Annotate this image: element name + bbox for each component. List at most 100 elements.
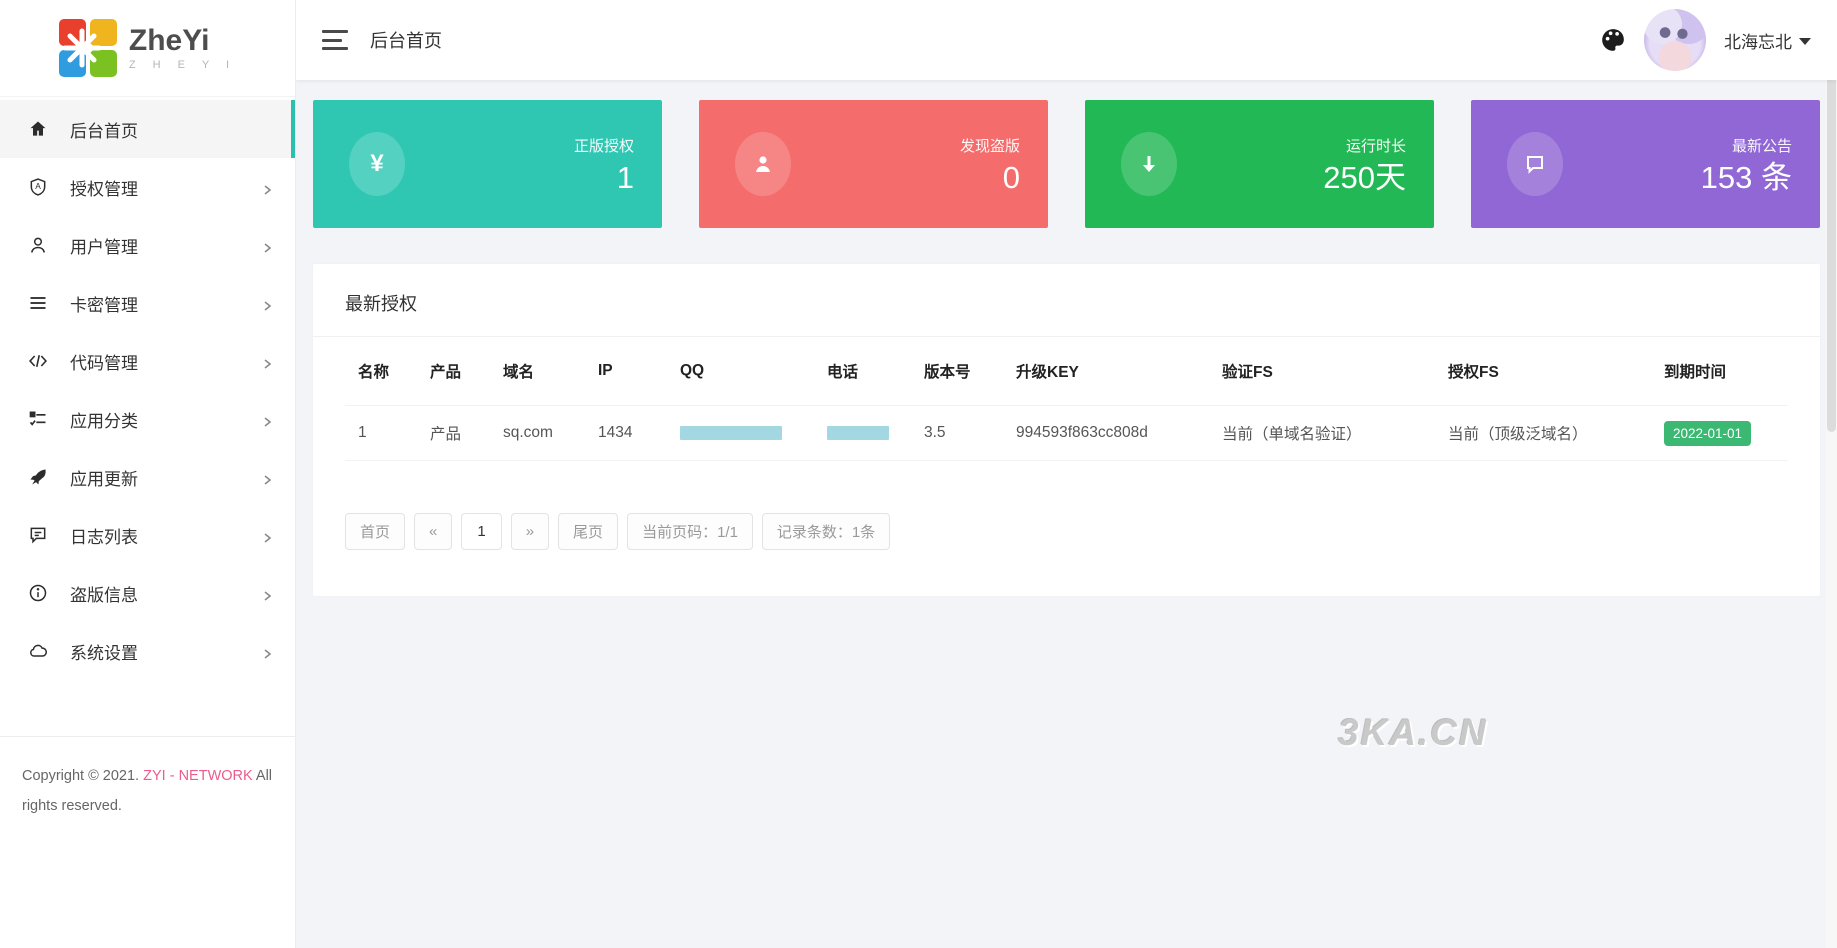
user-avatar[interactable] [1644, 9, 1706, 71]
stat-label: 运行时长 [1323, 135, 1406, 156]
page-title: 后台首页 [370, 27, 442, 53]
top-header: 后台首页 北海忘北 [296, 0, 1837, 80]
pagination-next-button[interactable]: » [511, 513, 549, 550]
cell-version: 3.5 [924, 424, 1016, 442]
brand-text: ZheYi Z H E Y I [129, 26, 236, 71]
sidebar-item-system-settings[interactable]: 系统设置 [0, 622, 295, 680]
comment-icon [1507, 132, 1563, 196]
pagination-first-button[interactable]: 首页 [345, 513, 405, 550]
chevron-right-icon [261, 645, 273, 657]
cloud-icon [27, 640, 49, 662]
chevron-right-icon [261, 181, 273, 193]
stat-cards: ¥ 正版授权 1 发现盗版 0 运行时长 250天 [313, 100, 1820, 228]
col-header-upgrade-key: 升级KEY [1016, 360, 1222, 382]
sidebar-item-license-mgmt[interactable]: A 授权管理 [0, 158, 295, 216]
sidebar-item-user-mgmt[interactable]: 用户管理 [0, 216, 295, 274]
pagination-prev-button[interactable]: « [414, 513, 452, 550]
code-icon [27, 350, 49, 372]
expire-date-badge: 2022-01-01 [1664, 421, 1751, 446]
copyright-link[interactable]: ZYI - NETWORK [143, 768, 253, 784]
sidebar-item-piracy-info[interactable]: 盗版信息 [0, 564, 295, 622]
yen-icon: ¥ [349, 132, 405, 196]
sidebar-item-label: 用户管理 [70, 233, 261, 258]
phone-redaction-bar [827, 426, 889, 440]
hamburger-menu-icon[interactable] [322, 30, 348, 50]
sidebar-menu: 后台首页 A 授权管理 用户管理 卡密管理 [0, 97, 295, 680]
brand-subtitle: Z H E Y I [129, 59, 236, 71]
pagination-current-page-info: 当前页码：1/1 [627, 513, 753, 550]
cell-domain: sq.com [503, 424, 598, 442]
list-icon [27, 292, 49, 314]
sidebar-item-label: 应用分类 [70, 407, 261, 432]
sidebar-item-dashboard[interactable]: 后台首页 [0, 100, 295, 158]
col-header-ip: IP [598, 362, 680, 380]
cell-verify-fs: 当前（单域名验证） [1222, 422, 1448, 444]
stat-card-uptime[interactable]: 运行时长 250天 [1085, 100, 1434, 228]
sidebar-item-app-update[interactable]: 应用更新 [0, 448, 295, 506]
stat-label: 正版授权 [574, 135, 634, 156]
col-header-verify-fs: 验证FS [1222, 360, 1448, 382]
sidebar-item-label: 授权管理 [70, 175, 261, 200]
sidebar-item-log-list[interactable]: 日志列表 [0, 506, 295, 564]
table-header-row: 名称 产品 域名 IP QQ 电话 版本号 升级KEY 验证FS 授权FS 到期… [345, 337, 1788, 405]
pagination-page-1-button[interactable]: 1 [461, 513, 501, 550]
user-icon [735, 132, 791, 196]
cell-name: 1 [358, 424, 430, 442]
auth-table: 名称 产品 域名 IP QQ 电话 版本号 升级KEY 验证FS 授权FS 到期… [313, 337, 1820, 461]
star-icon [62, 28, 102, 68]
col-header-name: 名称 [358, 360, 430, 382]
stat-value: 250天 [1323, 162, 1406, 194]
cell-qq [680, 426, 827, 440]
sidebar-item-label: 应用更新 [70, 465, 261, 490]
sidebar-item-label: 卡密管理 [70, 291, 261, 316]
col-header-version: 版本号 [924, 360, 1016, 382]
sidebar-item-code-mgmt[interactable]: 代码管理 [0, 332, 295, 390]
cell-ip: 1434 [598, 424, 680, 442]
home-icon [27, 118, 49, 140]
chevron-right-icon [261, 529, 273, 541]
col-header-qq: QQ [680, 362, 827, 380]
chevron-right-icon [261, 471, 273, 483]
table-row[interactable]: 1 产品 sq.com 1434 3.5 994593f863cc808d 当前… [345, 405, 1788, 461]
cell-upgrade-key: 994593f863cc808d [1016, 424, 1222, 442]
stat-label: 发现盗版 [960, 135, 1020, 156]
stat-card-licensed[interactable]: ¥ 正版授权 1 [313, 100, 662, 228]
tasks-icon [27, 408, 49, 430]
user-name: 北海忘北 [1724, 28, 1792, 53]
panel-title: 最新授权 [313, 264, 1820, 336]
sidebar: ZheYi Z H E Y I 后台首页 A 授权管理 [0, 0, 296, 948]
comment-icon [27, 524, 49, 546]
chevron-right-icon [261, 413, 273, 425]
latest-auth-panel: 最新授权 名称 产品 域名 IP QQ 电话 版本号 升级KEY 验证FS 授权… [313, 264, 1820, 596]
sidebar-item-app-category[interactable]: 应用分类 [0, 390, 295, 448]
stat-card-piracy-found[interactable]: 发现盗版 0 [699, 100, 1048, 228]
sidebar-item-label: 后台首页 [70, 117, 273, 142]
col-header-auth-fs: 授权FS [1448, 360, 1664, 382]
stat-value: 1 [574, 162, 634, 194]
brand-logo[interactable]: ZheYi Z H E Y I [0, 0, 295, 97]
cell-product: 产品 [430, 422, 503, 444]
col-header-product: 产品 [430, 360, 503, 382]
chevron-right-icon [261, 355, 273, 367]
cell-expire: 2022-01-01 [1664, 421, 1788, 446]
sidebar-item-card-key-mgmt[interactable]: 卡密管理 [0, 274, 295, 332]
header-actions: 北海忘北 [1600, 9, 1811, 71]
pagination-record-count-info: 记录条数：1条 [762, 513, 890, 550]
user-icon [27, 234, 49, 256]
user-menu[interactable]: 北海忘北 [1724, 28, 1811, 53]
theme-palette-icon[interactable] [1600, 27, 1626, 53]
cell-auth-fs: 当前（顶级泛域名） [1448, 422, 1664, 444]
stat-label: 最新公告 [1701, 135, 1792, 156]
stat-value: 0 [960, 162, 1020, 194]
col-header-expire: 到期时间 [1664, 360, 1788, 382]
chevron-right-icon [261, 297, 273, 309]
col-header-domain: 域名 [503, 360, 598, 382]
chevron-right-icon [261, 239, 273, 251]
pagination-last-button[interactable]: 尾页 [558, 513, 618, 550]
pagination: 首页 « 1 » 尾页 当前页码：1/1 记录条数：1条 [313, 461, 1820, 550]
caret-down-icon [1799, 38, 1811, 45]
scrollbar[interactable] [1826, 0, 1837, 948]
stat-card-announcements[interactable]: 最新公告 153 条 [1471, 100, 1820, 228]
stat-value: 153 条 [1701, 162, 1792, 194]
sidebar-item-label: 代码管理 [70, 349, 261, 374]
